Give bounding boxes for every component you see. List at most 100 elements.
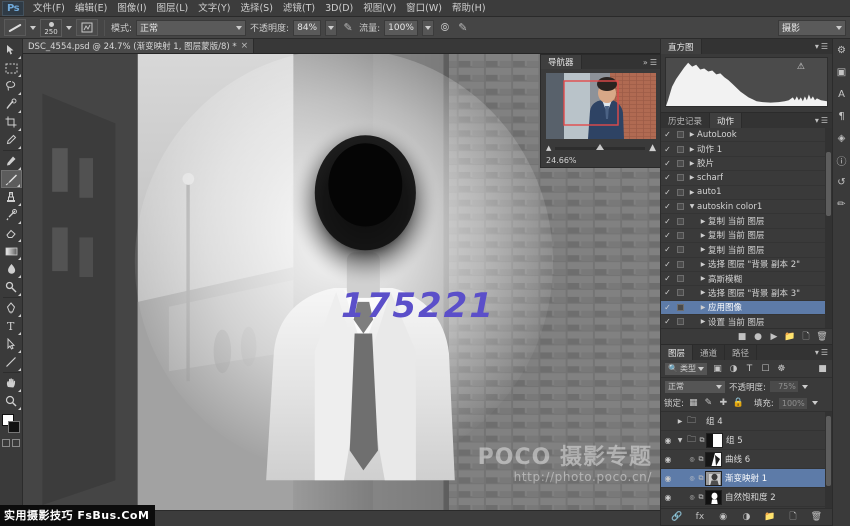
gradient-tool[interactable]: [1, 242, 22, 260]
action-toggle-checkbox[interactable]: ✓: [661, 317, 674, 326]
close-icon[interactable]: ×: [241, 41, 249, 51]
tab-navigator[interactable]: 导航器: [541, 55, 582, 69]
link-layers-icon[interactable]: 🔗: [672, 512, 682, 522]
menu-image[interactable]: 图像(I): [112, 0, 151, 17]
tab-channels[interactable]: 通道: [693, 345, 725, 360]
quick-selection-tool[interactable]: [1, 95, 22, 113]
chevron-down-icon[interactable]: ▾: [815, 348, 819, 357]
menu-filter[interactable]: 滤镜(T): [278, 0, 320, 17]
action-dialog-toggle[interactable]: [674, 160, 687, 167]
canvas[interactable]: 175221 POCO 摄影专题 http://photo.poco.cn/ 导…: [23, 54, 660, 510]
filter-smart-object-icon[interactable]: ☸: [775, 362, 788, 375]
menu-type[interactable]: 文字(Y): [193, 0, 235, 17]
opacity-input[interactable]: 84%: [293, 20, 321, 36]
workspace-switcher[interactable]: 摄影: [778, 20, 846, 36]
pressure-opacity-icon[interactable]: ✎: [341, 21, 355, 35]
action-toggle-checkbox[interactable]: ✓: [661, 130, 674, 139]
info-icon[interactable]: ⓘ: [834, 153, 849, 168]
menu-layer[interactable]: 图层(L): [152, 0, 194, 17]
layer-visibility-icon[interactable]: ◉: [661, 474, 675, 483]
new-group-icon[interactable]: 📁: [765, 512, 775, 522]
styles-icon[interactable]: ◈: [834, 131, 849, 146]
layer-row[interactable]: ◉▼🗀⧉组 5: [661, 431, 832, 450]
eraser-tool[interactable]: [1, 224, 22, 242]
action-row[interactable]: ✓▶复制 当前 图层: [661, 243, 832, 257]
chevron-right-icon[interactable]: ▶: [698, 304, 708, 311]
chevron-right-icon[interactable]: ▶: [698, 318, 708, 325]
action-dialog-toggle[interactable]: [674, 246, 687, 253]
layer-link-icon[interactable]: ⧉: [697, 474, 705, 483]
action-toggle-checkbox[interactable]: ✓: [661, 217, 674, 226]
lock-position-icon[interactable]: ✚: [718, 398, 729, 409]
brush-preset-picker[interactable]: [4, 19, 26, 36]
action-row[interactable]: ✓▶应用图像: [661, 301, 832, 315]
menu-edit[interactable]: 编辑(E): [70, 0, 112, 17]
move-tool[interactable]: [1, 41, 22, 59]
layer-effects-icon[interactable]: ◎: [687, 475, 697, 482]
clone-stamp-tool[interactable]: [1, 188, 22, 206]
action-dialog-toggle[interactable]: [674, 203, 687, 210]
action-row[interactable]: ✓▶动作 1: [661, 142, 832, 156]
filter-adjustment-icon[interactable]: ◑: [727, 362, 740, 375]
actions-scrollbar[interactable]: [825, 128, 832, 328]
layers-scrollbar[interactable]: [825, 412, 832, 508]
chevron-right-icon[interactable]: ▶: [698, 218, 708, 225]
character-icon[interactable]: A: [834, 87, 849, 102]
navigator-zoom-slider[interactable]: [555, 147, 645, 150]
zoom-out-icon[interactable]: ▲: [546, 144, 551, 152]
history-brush-tool[interactable]: [1, 206, 22, 224]
actions-panel-menu[interactable]: ▾ ☰: [815, 113, 832, 128]
lock-transparency-icon[interactable]: ▦: [688, 398, 699, 409]
filter-shape-icon[interactable]: ☐: [759, 362, 772, 375]
action-row[interactable]: ✓▶胶片: [661, 157, 832, 171]
action-row[interactable]: ✓▶auto1: [661, 186, 832, 200]
action-toggle-checkbox[interactable]: ✓: [661, 245, 674, 254]
action-toggle-checkbox[interactable]: ✓: [661, 288, 674, 297]
tab-paths[interactable]: 路径: [725, 345, 757, 360]
layer-row[interactable]: ◉◎⧉自然饱和度 2: [661, 488, 832, 507]
new-folder-icon[interactable]: 📁: [785, 332, 795, 342]
panel-menu-icon[interactable]: ☰: [821, 348, 828, 357]
navigator-panel-controls[interactable]: » ☰: [643, 55, 660, 69]
chevron-right-icon[interactable]: ▶: [687, 160, 697, 167]
flow-input[interactable]: 100%: [384, 20, 418, 36]
action-row[interactable]: ✓▶scharf: [661, 171, 832, 185]
crop-tool[interactable]: [1, 113, 22, 131]
layer-thumbnail[interactable]: [705, 452, 722, 467]
chevron-right-icon[interactable]: ▶: [687, 146, 697, 153]
play-icon[interactable]: ▶: [769, 332, 779, 342]
action-dialog-toggle[interactable]: [674, 261, 687, 268]
tab-history[interactable]: 历史记录: [661, 113, 710, 128]
paragraph-icon[interactable]: ¶: [834, 109, 849, 124]
chevron-down-icon[interactable]: ▾: [815, 42, 819, 51]
action-dialog-toggle[interactable]: [674, 304, 687, 311]
layer-link-icon[interactable]: ⧉: [698, 436, 706, 445]
shape-tool[interactable]: [1, 353, 22, 371]
layer-opacity-chevron-icon[interactable]: [802, 385, 808, 389]
pressure-size-icon[interactable]: ✎: [456, 21, 470, 35]
histogram-plot[interactable]: ⚠: [665, 57, 828, 107]
action-row[interactable]: ✓▶选择 图层 "背景 副本 2": [661, 258, 832, 272]
dodge-tool[interactable]: [1, 278, 22, 296]
action-row[interactable]: ✓▶设置 当前 图层: [661, 315, 832, 328]
action-dialog-toggle[interactable]: [674, 289, 687, 296]
chevron-right-icon[interactable]: ▶: [698, 275, 708, 282]
type-tool[interactable]: T: [1, 317, 22, 335]
layer-visibility-icon[interactable]: ◉: [661, 493, 675, 502]
layer-effects-icon[interactable]: ◎: [687, 494, 697, 501]
quick-mask-toggle[interactable]: [2, 439, 20, 447]
eyedropper-tool[interactable]: [1, 131, 22, 149]
lasso-tool[interactable]: [1, 77, 22, 95]
lock-image-icon[interactable]: ✎: [703, 398, 714, 409]
action-dialog-toggle[interactable]: [674, 218, 687, 225]
lock-all-icon[interactable]: 🔒: [733, 398, 744, 409]
action-toggle-checkbox[interactable]: ✓: [661, 303, 674, 312]
action-dialog-toggle[interactable]: [674, 189, 687, 196]
histogram-panel-menu[interactable]: ▾ ☰: [815, 39, 832, 54]
layer-effects-icon[interactable]: ◎: [687, 456, 697, 463]
histogram-cache-warning-icon[interactable]: ⚠: [797, 62, 805, 72]
hand-tool[interactable]: [1, 374, 22, 392]
menu-file[interactable]: 文件(F): [28, 0, 70, 17]
action-toggle-checkbox[interactable]: ✓: [661, 159, 674, 168]
filter-toggle-icon[interactable]: ■: [816, 362, 829, 375]
